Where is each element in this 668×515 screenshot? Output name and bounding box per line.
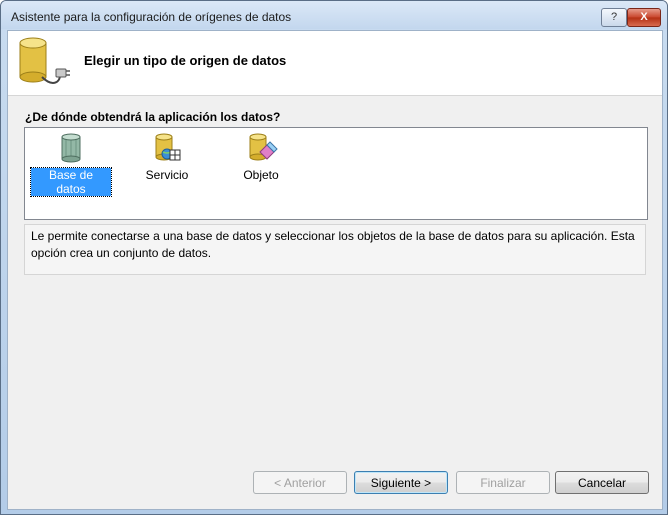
window-title: Asistente para la configuración de oríge…: [11, 10, 292, 24]
previous-button[interactable]: < Anterior: [253, 471, 347, 494]
help-button[interactable]: ?: [601, 8, 627, 27]
choice-service[interactable]: Servicio: [127, 132, 207, 184]
wizard-header: Elegir un tipo de origen de datos: [8, 31, 662, 96]
object-icon: [249, 133, 278, 161]
choice-label: Servicio: [145, 168, 189, 182]
database-icon: [61, 133, 81, 163]
wizard-window: Asistente para la configuración de oríge…: [0, 0, 668, 515]
question-label: ¿De dónde obtendrá la aplicación los dat…: [25, 110, 281, 124]
choice-database[interactable]: Base de datos: [30, 132, 112, 197]
choice-object[interactable]: Objeto: [221, 132, 301, 184]
finish-button[interactable]: Finalizar: [456, 471, 550, 494]
wizard-body: Elegir un tipo de origen de datos ¿De dó…: [7, 30, 663, 510]
page-title: Elegir un tipo de origen de datos: [84, 53, 287, 68]
choice-label: Objeto: [243, 168, 279, 182]
description-panel: Le permite conectarse a una base de dato…: [24, 224, 646, 275]
cancel-button[interactable]: Cancelar: [555, 471, 649, 494]
title-bar[interactable]: Asistente para la configuración de oríge…: [1, 1, 667, 29]
source-type-list[interactable]: Base de datos Servicio Objeto: [24, 127, 648, 220]
database-plug-icon: [19, 37, 70, 84]
next-button[interactable]: Siguiente >: [354, 471, 448, 494]
close-button[interactable]: X: [627, 8, 661, 27]
choice-label: Base de datos: [30, 167, 112, 197]
service-icon: [155, 133, 181, 161]
